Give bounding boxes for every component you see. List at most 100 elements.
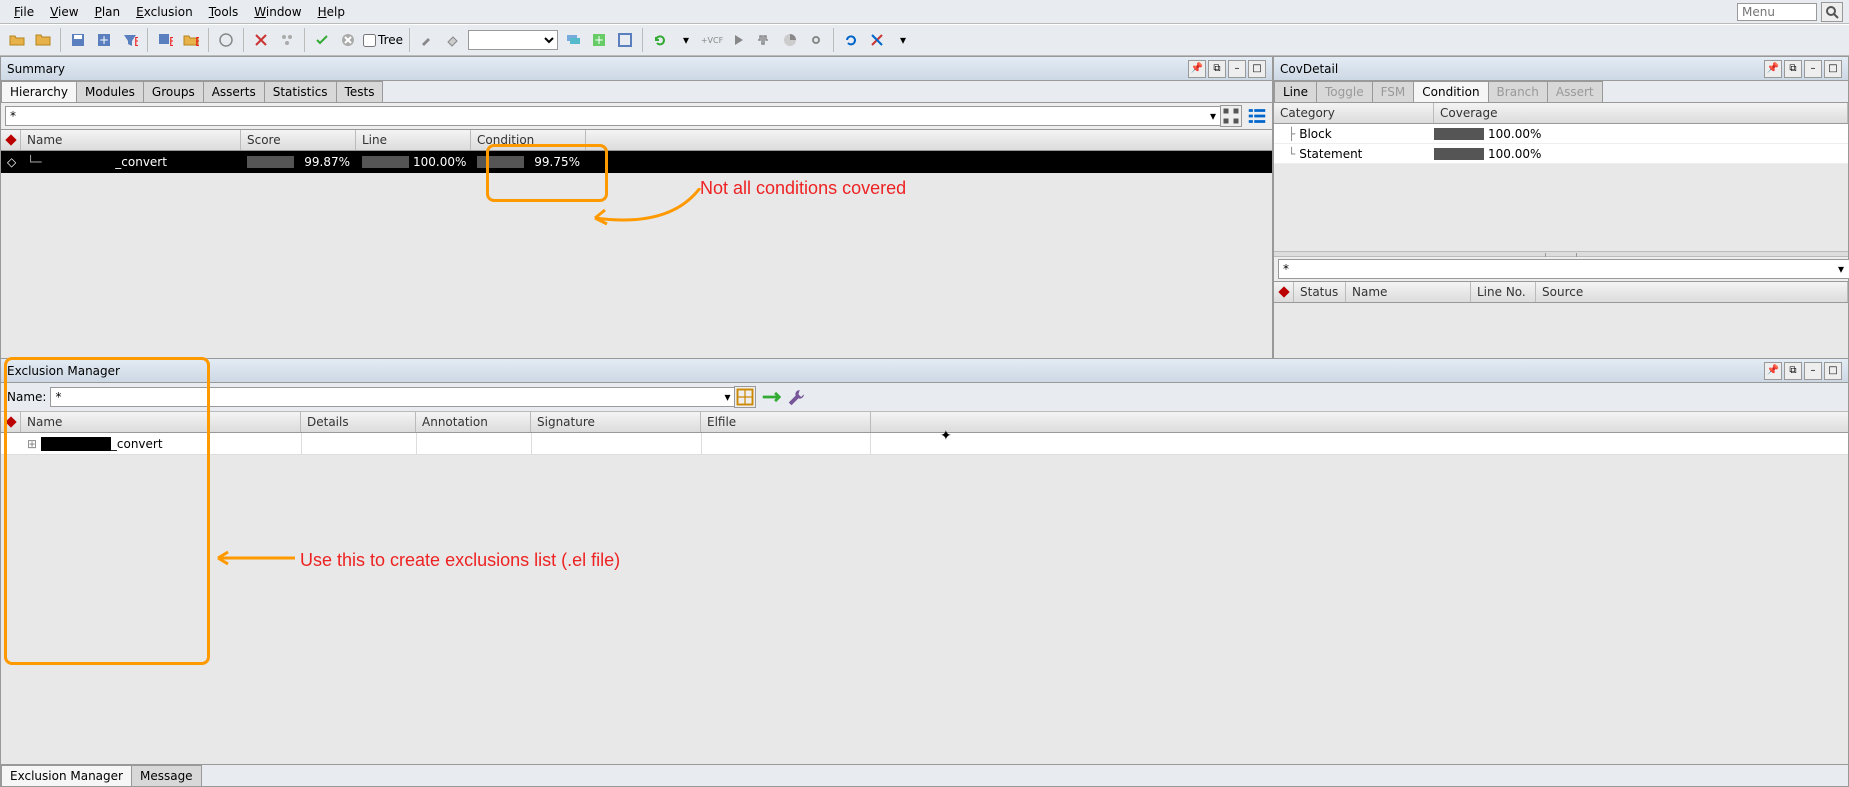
tab-tests[interactable]: Tests [336,81,384,102]
gear-icon[interactable] [805,29,827,51]
disk-ex-icon[interactable]: Ex [154,29,176,51]
menu-search-button[interactable] [1821,2,1843,22]
tab-groups[interactable]: Groups [143,81,204,102]
col-line[interactable]: Line [356,130,471,150]
detach-icon[interactable]: ⧉ [1784,362,1802,380]
eraser-icon[interactable] [442,29,464,51]
refresh-icon[interactable] [649,29,671,51]
pin-icon[interactable]: 📌 [1188,60,1206,78]
marker-column[interactable] [1,130,21,150]
covd-row-statement[interactable]: └Statement 100.00% [1274,144,1848,164]
add-green-icon[interactable]: + [588,29,610,51]
play-icon[interactable] [727,29,749,51]
layers-icon[interactable] [562,29,584,51]
maximize-icon[interactable]: □ [1248,60,1266,78]
tab-line[interactable]: Line [1274,81,1317,102]
menu-plan[interactable]: Plan [87,3,129,21]
wave-icon[interactable] [753,29,775,51]
cut-icon[interactable] [250,29,272,51]
tree-checkbox[interactable]: Tree [363,33,403,47]
menu-view[interactable]: View [42,3,86,21]
menu-tools[interactable]: Tools [201,3,247,21]
menu-exclusion[interactable]: Exclusion [128,3,201,21]
minimize-icon[interactable]: – [1228,60,1246,78]
save-icon[interactable] [67,29,89,51]
folder-icon[interactable] [32,29,54,51]
detach-icon[interactable]: ⧉ [1784,60,1802,78]
col-signature[interactable]: Signature [531,412,701,432]
col-name[interactable]: Name [21,130,241,150]
excl-row-suffix: _convert [111,437,163,451]
menu-search-input[interactable] [1737,3,1817,21]
minimize-icon[interactable]: – [1804,60,1822,78]
brush-icon[interactable] [416,29,438,51]
tab-message[interactable]: Message [131,765,202,786]
col-source[interactable]: Source [1536,282,1848,302]
maximize-icon[interactable]: □ [1824,362,1842,380]
tab-statistics[interactable]: Statistics [264,81,337,102]
reload-blue-icon[interactable] [840,29,862,51]
col-lineno[interactable]: Line No. [1471,282,1536,302]
summary-row[interactable]: ◇ └─ _convert 99.87% 100.00% 99.75% [1,151,1272,173]
pin-icon[interactable]: 📌 [1764,362,1782,380]
grid-view-icon[interactable] [1220,105,1242,127]
col-annotation[interactable]: Annotation [416,412,531,432]
col-name3[interactable]: Name [21,412,301,432]
cluster-icon[interactable] [276,29,298,51]
window-icon[interactable] [614,29,636,51]
detach-icon[interactable]: ⧉ [1208,60,1226,78]
marker-column[interactable] [1,412,21,432]
list-view-icon[interactable] [1246,105,1268,127]
summary-header: Summary 📌 ⧉ – □ [1,57,1272,81]
col-name2[interactable]: Name [1346,282,1471,302]
tools-dropdown-icon[interactable]: ▾ [892,29,914,51]
menu-window[interactable]: Window [246,3,309,21]
covd-filter-input[interactable] [1278,259,1849,279]
grid-icon[interactable] [734,386,756,408]
tab-condition[interactable]: Condition [1413,81,1488,102]
splitter[interactable] [1274,251,1848,257]
menu-file[interactable]: File [6,3,42,21]
marker-column[interactable] [1274,282,1294,302]
col-condition[interactable]: Condition [471,130,586,150]
condition-value: 99.75% [528,155,580,169]
tab-modules[interactable]: Modules [76,81,144,102]
exclusion-row[interactable]: ⊞ _convert [1,433,1848,455]
col-coverage[interactable]: Coverage [1434,103,1848,123]
toolbar-combo[interactable] [468,30,558,50]
col-category[interactable]: Category [1274,103,1434,123]
maximize-icon[interactable]: □ [1824,60,1842,78]
save-plus-icon[interactable]: + [93,29,115,51]
summary-filter-input[interactable] [5,106,1226,126]
check-icon[interactable] [311,29,333,51]
globe-icon[interactable] [215,29,237,51]
col-elfile[interactable]: Elfile [701,412,871,432]
expand-icon[interactable] [760,386,782,408]
filter-ex-icon[interactable]: Ex [119,29,141,51]
tab-exclusion-manager[interactable]: Exclusion Manager [1,765,132,786]
tab-hierarchy[interactable]: Hierarchy [1,81,77,102]
wrench-icon[interactable] [786,386,808,408]
col-score[interactable]: Score [241,130,356,150]
col-status[interactable]: Status [1294,282,1346,302]
open-folder-icon[interactable] [6,29,28,51]
pin-icon[interactable]: 📌 [1764,60,1782,78]
tab-asserts[interactable]: Asserts [203,81,265,102]
svg-text:+: + [594,33,604,47]
menu-help[interactable]: Help [310,3,353,21]
exclusion-name-input[interactable] [50,387,740,407]
refresh-dropdown-icon[interactable]: ▾ [675,29,697,51]
col-details[interactable]: Details [301,412,416,432]
vcf-icon[interactable]: +VCF [701,29,723,51]
covdetail-tabs: Line Toggle FSM Condition Branch Assert [1274,81,1848,103]
tools-icon[interactable] [866,29,888,51]
pie-icon[interactable] [779,29,801,51]
redacted-name [45,155,115,169]
cancel-icon[interactable] [337,29,359,51]
folder-ex-icon[interactable]: Ex [180,29,202,51]
redacted-name [41,437,111,451]
covd-row-block[interactable]: ├Block 100.00% [1274,124,1848,144]
exclusion-panel: Exclusion Manager 📌 ⧉ – □ Name: ▾ Name D… [0,358,1849,787]
tab-branch: Branch [1488,81,1548,102]
minimize-icon[interactable]: – [1804,362,1822,380]
